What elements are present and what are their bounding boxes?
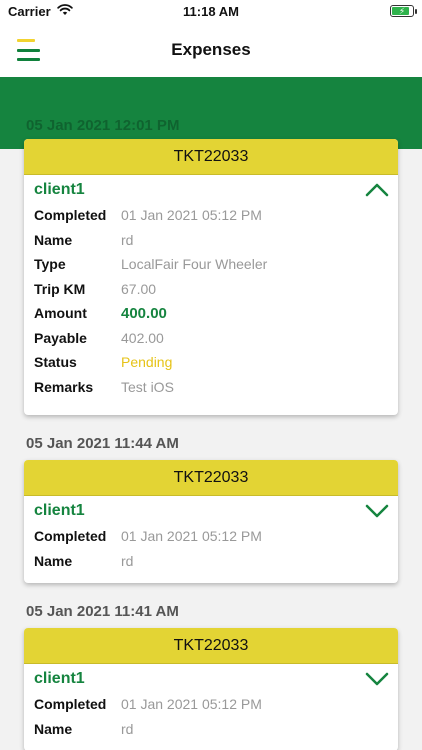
expense-card[interactable]: TKT22033 client1 Completed 01 Jan 2021 05… xyxy=(24,628,398,750)
detail-row: Completed 01 Jan 2021 05:12 PM xyxy=(24,203,398,228)
menu-icon[interactable] xyxy=(17,39,43,61)
wifi-icon xyxy=(56,3,73,19)
client-row: client1 xyxy=(24,666,398,692)
detail-label: Remarks xyxy=(34,378,94,395)
detail-value: rd xyxy=(121,552,134,569)
expense-card[interactable]: TKT22033 client1 Completed 01 Jan 2021 05… xyxy=(24,139,398,415)
detail-label: Name xyxy=(34,720,73,737)
detail-row: Completed 01 Jan 2021 05:12 PM xyxy=(24,692,398,717)
hidden-date-label: 05 Jan 2021 12:01 PM xyxy=(26,117,180,134)
detail-label: Name xyxy=(34,552,73,569)
detail-value: rd xyxy=(121,231,134,248)
detail-value: Test iOS xyxy=(121,378,174,395)
detail-label: Completed xyxy=(34,207,107,224)
status-bar: Carrier 11:18 AM ⚡ xyxy=(0,0,422,22)
chevron-up-icon[interactable] xyxy=(364,177,390,203)
detail-label: Status xyxy=(34,354,77,371)
detail-value: 67.00 xyxy=(121,280,157,297)
ticket-header: TKT22033 xyxy=(24,139,398,175)
detail-row: Trip KM 67.00 xyxy=(24,277,398,302)
detail-label: Trip KM xyxy=(34,280,86,297)
expense-card[interactable]: TKT22033 client1 Completed 01 Jan 2021 05… xyxy=(24,460,398,583)
ticket-header: TKT22033 xyxy=(24,628,398,664)
detail-row: Name rd xyxy=(24,228,398,253)
client-name: client1 xyxy=(34,502,85,519)
client-row: client1 xyxy=(24,177,398,203)
detail-label: Payable xyxy=(34,329,87,346)
status-left: Carrier xyxy=(8,4,73,19)
detail-label: Completed xyxy=(34,528,107,545)
detail-label: Name xyxy=(34,231,73,248)
detail-label: Type xyxy=(34,256,66,273)
detail-value: 01 Jan 2021 05:12 PM xyxy=(121,696,262,713)
chevron-down-icon[interactable] xyxy=(364,666,390,692)
amount-value: 400.00 xyxy=(121,304,167,322)
detail-row: Name rd xyxy=(24,549,398,574)
client-name: client1 xyxy=(34,670,85,687)
battery-icon: ⚡ xyxy=(390,5,417,17)
page-title: Expenses xyxy=(171,39,251,59)
expense-date: 05 Jan 2021 11:44 AM xyxy=(26,435,179,452)
detail-row: Completed 01 Jan 2021 05:12 PM xyxy=(24,524,398,549)
detail-row: Type LocalFair Four Wheeler xyxy=(24,252,398,277)
detail-value: 01 Jan 2021 05:12 PM xyxy=(121,207,262,224)
detail-row: Remarks Test iOS xyxy=(24,375,398,400)
detail-row: Name rd xyxy=(24,717,398,742)
detail-label: Completed xyxy=(34,696,107,713)
ticket-header: TKT22033 xyxy=(24,460,398,496)
nav-bar: Expenses xyxy=(0,22,422,77)
detail-row: Payable 402.00 xyxy=(24,326,398,351)
client-row: client1 xyxy=(24,498,398,524)
detail-row: Amount 400.00 xyxy=(24,301,398,326)
detail-label: Amount xyxy=(34,305,87,322)
chevron-down-icon[interactable] xyxy=(364,498,390,524)
status-badge: Pending xyxy=(121,354,173,371)
detail-value: LocalFair Four Wheeler xyxy=(121,256,268,273)
detail-value: 01 Jan 2021 05:12 PM xyxy=(121,528,262,545)
detail-value: 402.00 xyxy=(121,329,164,346)
detail-value: rd xyxy=(121,720,134,737)
carrier-label: Carrier xyxy=(8,3,51,19)
client-name: client1 xyxy=(34,181,85,198)
detail-row: Status Pending xyxy=(24,350,398,375)
expense-date: 05 Jan 2021 11:41 AM xyxy=(26,603,179,620)
